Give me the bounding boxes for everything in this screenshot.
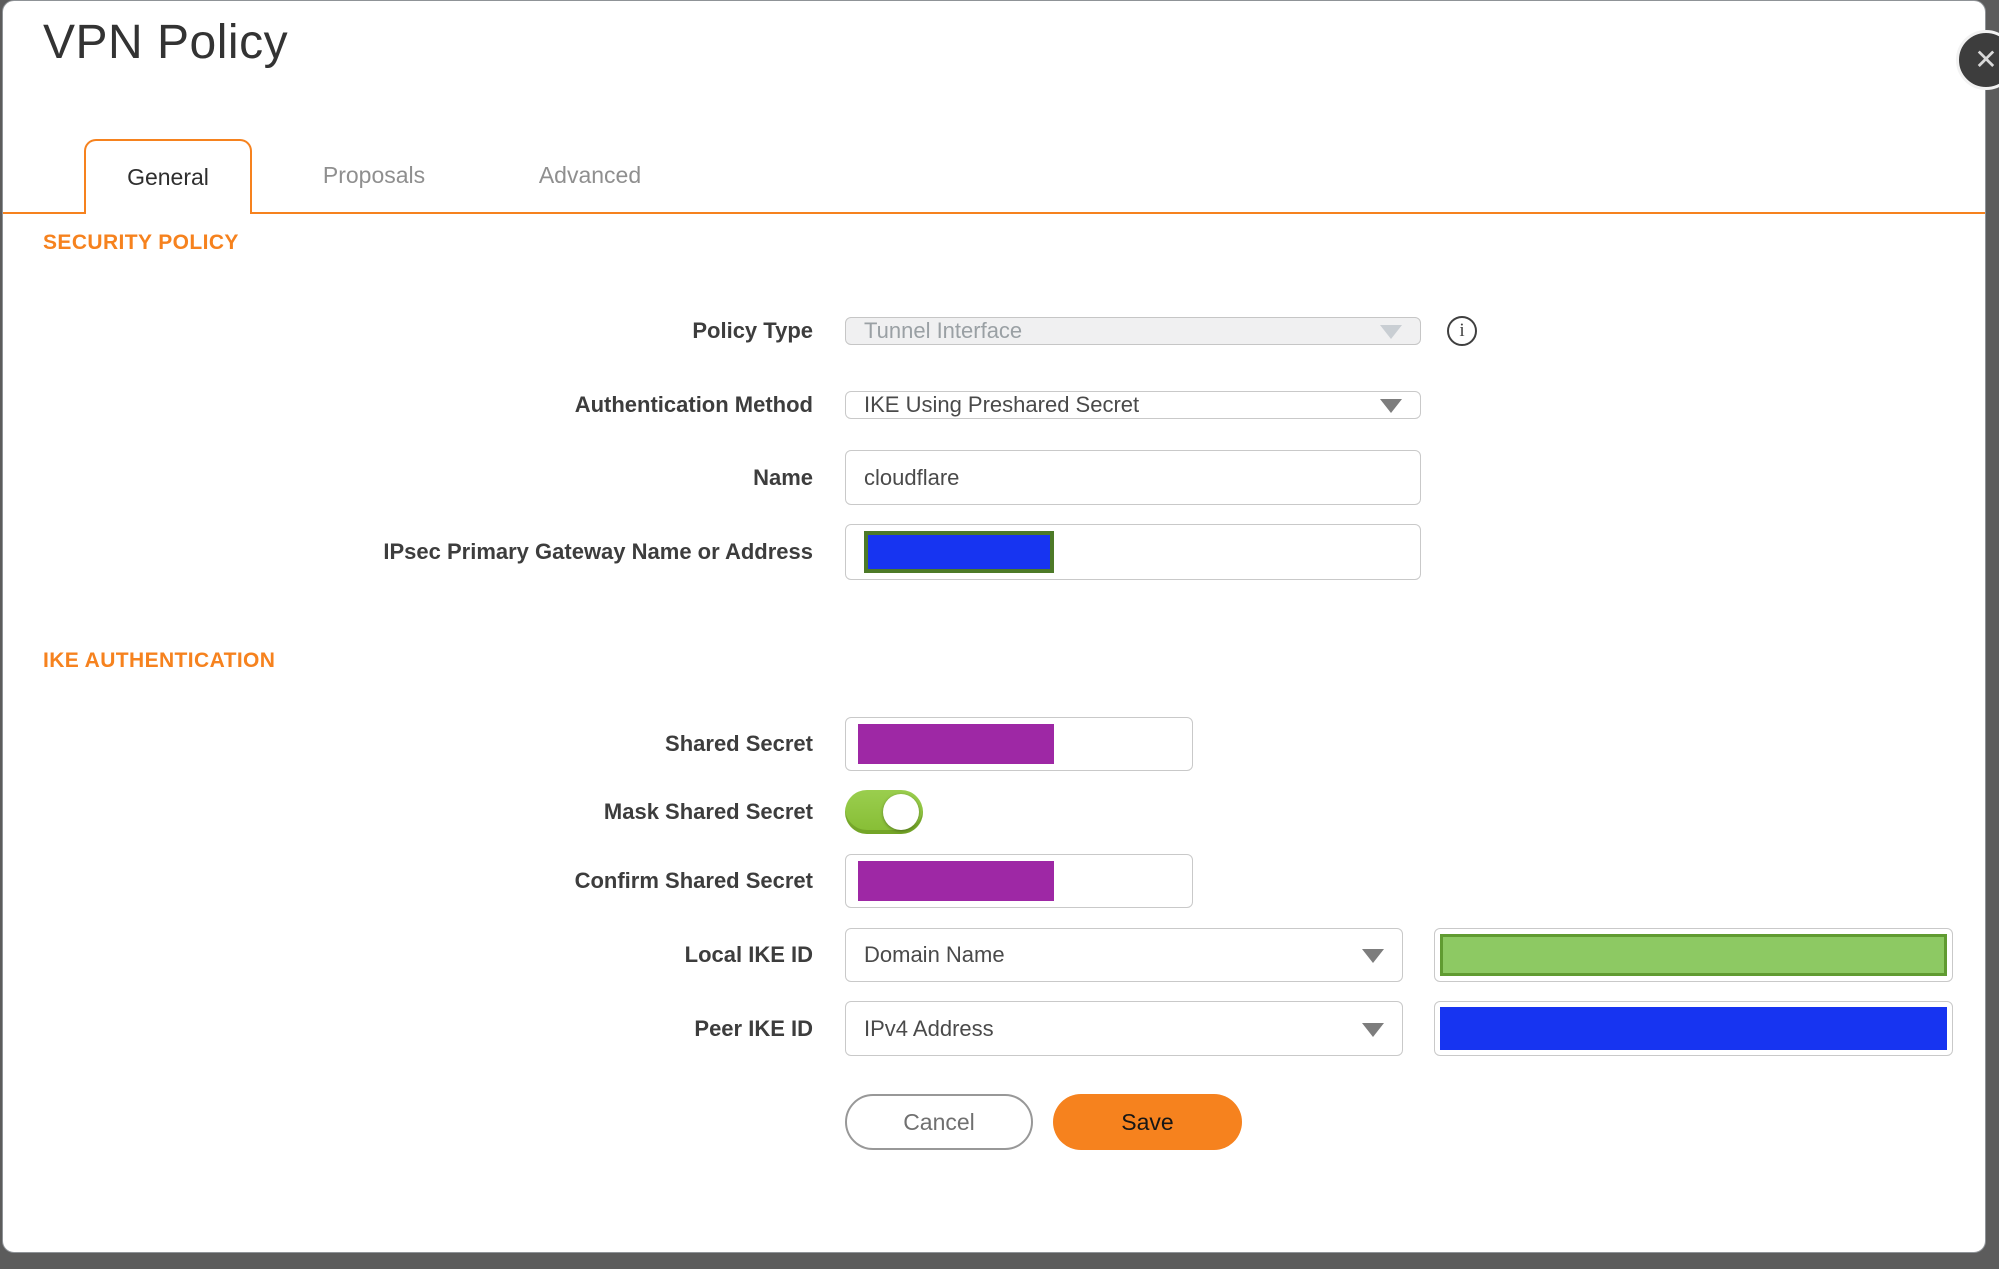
mask-shared-secret-toggle[interactable] xyxy=(845,790,923,834)
row-peer-ike-id: Peer IKE ID IPv4 Address xyxy=(43,1001,1965,1056)
section-heading-ike-authentication: IKE AUTHENTICATION xyxy=(43,649,276,672)
row-shared-secret: Shared Secret xyxy=(43,717,1965,771)
peer-ike-id-value-input[interactable] xyxy=(1434,1001,1953,1056)
peer-ike-id-type-select[interactable]: IPv4 Address xyxy=(845,1001,1403,1056)
toggle-knob xyxy=(883,794,919,830)
policy-type-select: Tunnel Interface xyxy=(845,317,1421,345)
redacted-shared-secret-value xyxy=(858,724,1054,764)
chevron-down-icon xyxy=(1380,325,1402,339)
row-policy-type: Policy Type Tunnel Interface i xyxy=(43,302,1965,360)
mask-shared-secret-label: Mask Shared Secret xyxy=(603,799,813,824)
shared-secret-label: Shared Secret xyxy=(665,731,813,756)
tab-advanced-label: Advanced xyxy=(538,162,642,188)
name-label: Name xyxy=(753,464,813,490)
row-local-ike-id: Local IKE ID Domain Name xyxy=(43,928,1965,982)
tab-general[interactable]: General xyxy=(84,139,252,214)
tab-proposals[interactable]: Proposals xyxy=(289,139,459,212)
close-icon: ✕ xyxy=(1974,44,1998,75)
ipsec-primary-gateway-input[interactable] xyxy=(845,524,1421,580)
row-name: Name xyxy=(43,450,1965,505)
page-title: VPN Policy xyxy=(43,16,289,69)
row-confirm-shared-secret: Confirm Shared Secret xyxy=(43,854,1965,908)
redacted-confirm-shared-secret-value xyxy=(858,861,1054,901)
local-ike-id-type-value: Domain Name xyxy=(864,942,1005,967)
authentication-method-select[interactable]: IKE Using Preshared Secret xyxy=(845,391,1421,419)
policy-type-value: Tunnel Interface xyxy=(864,318,1023,343)
tab-advanced[interactable]: Advanced xyxy=(505,139,675,212)
local-ike-id-value-input[interactable] xyxy=(1434,928,1953,982)
vpn-policy-dialog: VPN Policy General Proposals Advanced SE… xyxy=(2,0,1986,1253)
section-heading-security-policy: SECURITY POLICY xyxy=(43,231,239,254)
chevron-down-icon xyxy=(1362,1022,1384,1037)
authentication-method-value: IKE Using Preshared Secret xyxy=(864,392,1140,417)
chevron-down-icon xyxy=(1362,949,1384,963)
chevron-down-icon xyxy=(1380,399,1402,413)
tab-bar: General Proposals Advanced xyxy=(3,139,1985,214)
peer-ike-id-type-value: IPv4 Address xyxy=(864,1015,994,1041)
info-icon[interactable]: i xyxy=(1447,316,1477,346)
local-ike-id-type-select[interactable]: Domain Name xyxy=(845,928,1403,982)
ipsec-primary-gateway-label: IPsec Primary Gateway Name or Address xyxy=(383,539,813,564)
tab-proposals-label: Proposals xyxy=(322,162,426,188)
redacted-peer-ike-id-value xyxy=(1440,1007,1947,1050)
save-button[interactable]: Save xyxy=(1053,1094,1242,1150)
confirm-shared-secret-label: Confirm Shared Secret xyxy=(574,868,813,893)
peer-ike-id-label: Peer IKE ID xyxy=(694,1015,813,1041)
dialog-actions: Cancel Save xyxy=(43,1094,1965,1150)
shared-secret-input[interactable] xyxy=(845,717,1193,771)
row-mask-shared-secret: Mask Shared Secret xyxy=(43,790,1965,834)
tab-general-label: General xyxy=(127,164,209,190)
redacted-local-ike-id-value xyxy=(1440,934,1947,976)
policy-type-label: Policy Type xyxy=(692,318,813,343)
row-authentication-method: Authentication Method IKE Using Preshare… xyxy=(43,376,1965,434)
row-ipsec-primary-gateway: IPsec Primary Gateway Name or Address xyxy=(43,524,1965,580)
cancel-button[interactable]: Cancel xyxy=(845,1094,1033,1150)
confirm-shared-secret-input[interactable] xyxy=(845,854,1193,908)
name-input[interactable] xyxy=(845,450,1421,505)
local-ike-id-label: Local IKE ID xyxy=(684,942,813,967)
redacted-gateway-value xyxy=(864,531,1054,573)
authentication-method-label: Authentication Method xyxy=(574,392,813,417)
